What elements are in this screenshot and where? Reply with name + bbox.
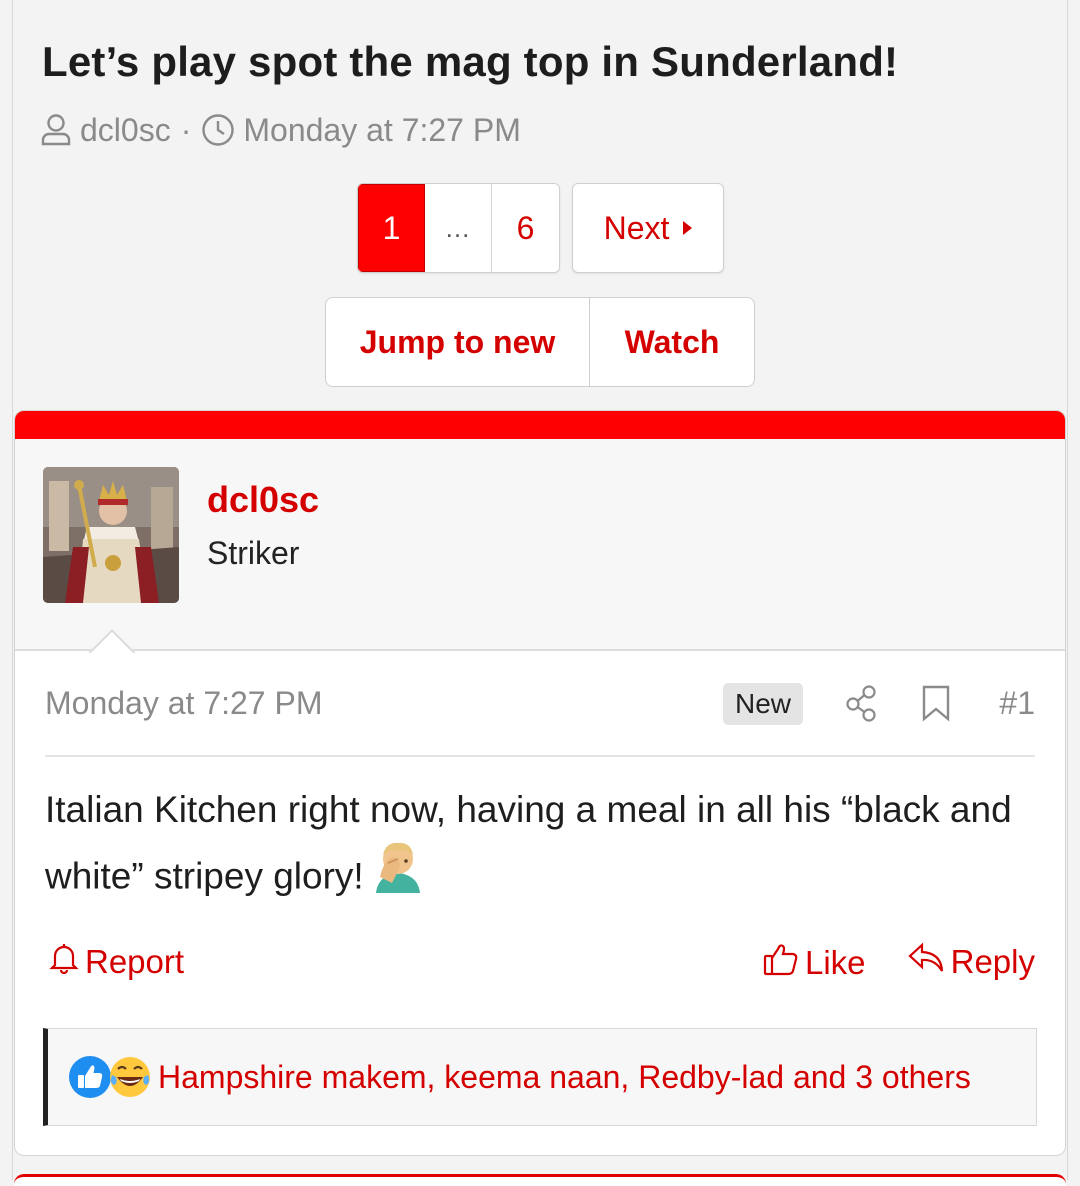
user-icon: [40, 113, 72, 147]
page-number-group: 1 … 6: [357, 183, 560, 273]
post-top-bar: [15, 411, 1065, 439]
like-button[interactable]: Like: [763, 941, 866, 985]
post-username[interactable]: dcl0sc: [207, 479, 319, 521]
page-1-button[interactable]: 1: [358, 184, 425, 272]
post-number[interactable]: #1: [999, 685, 1035, 722]
report-label: Report: [85, 943, 185, 980]
post-text: Italian Kitchen right now, having a meal…: [45, 789, 1012, 897]
user-title: Striker: [207, 535, 300, 571]
reaction-icons: [68, 1055, 158, 1099]
next-post-edge: [14, 1174, 1066, 1186]
report-button[interactable]: Report: [49, 941, 184, 983]
facepalm-emoji-icon: [370, 837, 426, 912]
laugh-reaction-icon: [108, 1055, 152, 1104]
thread-action-group: Jump to new Watch: [325, 297, 755, 387]
post-actions: Report Like Reply: [45, 941, 1035, 989]
post-date[interactable]: Monday at 7:27 PM: [45, 685, 322, 722]
page-6-button[interactable]: 6: [492, 184, 559, 272]
message-arrow: [86, 625, 138, 653]
next-page-button[interactable]: Next: [572, 183, 724, 273]
reply-label: Reply: [950, 943, 1035, 980]
page-jump-ellipsis[interactable]: …: [425, 184, 492, 272]
thumbs-up-icon: [763, 941, 799, 985]
post-body: Italian Kitchen right now, having a meal…: [45, 779, 1035, 916]
clock-icon: [201, 113, 235, 147]
like-reaction-icon: [68, 1055, 112, 1104]
jump-to-new-button[interactable]: Jump to new: [326, 298, 590, 386]
thread-title: Let’s play spot the mag top in Sunderlan…: [42, 38, 899, 85]
caret-right-icon: [683, 221, 693, 235]
thread-author[interactable]: dcl0sc: [80, 112, 171, 149]
thread-date[interactable]: Monday at 7:27 PM: [243, 112, 520, 149]
reply-icon: [907, 941, 945, 983]
next-label: Next: [603, 209, 670, 246]
meta-separator: ·: [180, 111, 192, 148]
reply-button[interactable]: Reply: [907, 941, 1035, 983]
thread-meta: dcl0sc · Monday at 7:27 PM: [40, 110, 521, 150]
reactions-bar[interactable]: Hampshire makem, keema naan, Redby-lad a…: [43, 1028, 1037, 1126]
new-badge: New: [723, 683, 804, 725]
bell-icon: [49, 941, 79, 983]
bookmark-icon[interactable]: [921, 683, 951, 728]
post-header: Monday at 7:27 PM New #1: [45, 673, 1035, 757]
pagination: 1 … 6 Next: [357, 183, 724, 273]
share-icon[interactable]: [845, 683, 879, 728]
avatar[interactable]: [43, 467, 179, 603]
reactions-list[interactable]: Hampshire makem, keema naan, Redby-lad a…: [158, 1059, 971, 1096]
post-card: dcl0sc Striker Monday at 7:27 PM New #1 …: [14, 410, 1066, 1156]
post-user-block: dcl0sc Striker: [15, 439, 1065, 651]
like-label: Like: [805, 944, 866, 981]
watch-button[interactable]: Watch: [590, 298, 754, 386]
